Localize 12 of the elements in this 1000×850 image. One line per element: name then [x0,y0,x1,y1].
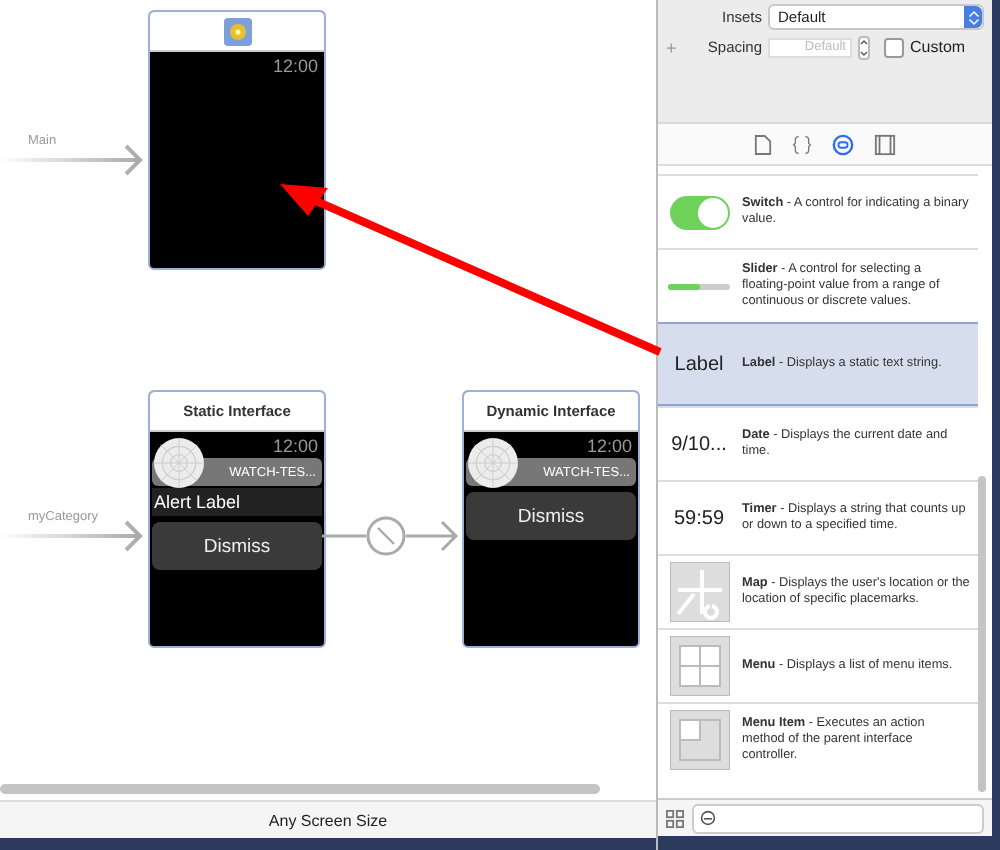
clock-time: 12:00 [584,436,634,458]
dismiss-button[interactable]: Dismiss [152,522,322,570]
dismiss-button[interactable]: Dismiss [466,492,636,540]
interface-scene[interactable]: 12:00 [148,10,326,270]
checkbox-label: Custom [910,38,966,56]
clock-time: 12:00 [270,436,320,458]
preview-text: 9/10... [671,433,727,455]
clock-time: 12:00 [270,56,320,78]
size-class-label[interactable]: Any Screen Size [268,811,388,829]
preview-text: Label [674,353,724,375]
alert-label: Alert Label [152,488,322,516]
preview-text: 59:59 [673,507,725,529]
